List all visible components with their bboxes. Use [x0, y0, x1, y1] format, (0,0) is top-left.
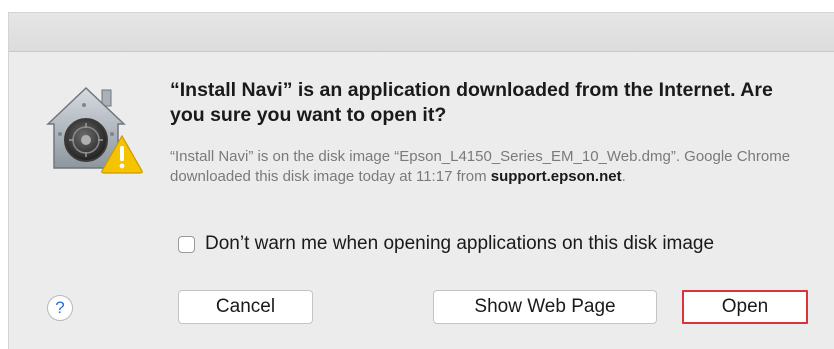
help-icon: ? [55, 298, 65, 317]
dialog-titlebar [9, 13, 834, 52]
open-button[interactable]: Open [682, 290, 808, 324]
warning-icon [101, 134, 143, 174]
dialog-info-text: “Install Navi” is on the disk image “Eps… [170, 147, 810, 187]
gatekeeper-house-icon [40, 78, 143, 178]
info-text-host: support.epson.net [490, 168, 622, 185]
cancel-button[interactable]: Cancel [178, 290, 313, 324]
show-web-page-button[interactable]: Show Web Page [433, 290, 657, 324]
dont-warn-row[interactable]: Don’t warn me when opening applications … [178, 233, 714, 255]
info-text-body: “Install Navi” is on the disk image “Eps… [170, 148, 791, 185]
dialog-title: “Install Navi” is an application downloa… [170, 79, 773, 126]
info-text-suffix: . [621, 168, 626, 185]
dont-warn-checkbox[interactable] [178, 235, 195, 253]
dont-warn-label[interactable]: Don’t warn me when opening applications … [205, 233, 714, 255]
help-button[interactable]: ? [47, 295, 73, 321]
background-window-strip [0, 0, 834, 12]
